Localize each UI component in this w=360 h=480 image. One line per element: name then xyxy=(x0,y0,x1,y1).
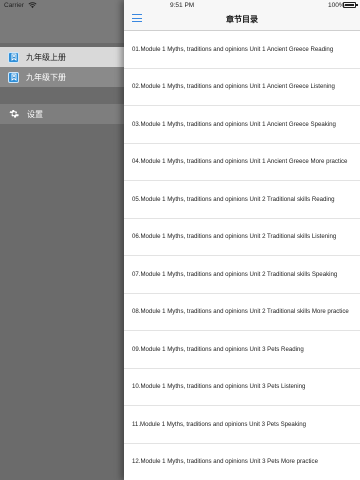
settings-label: 设置 xyxy=(27,109,43,119)
page-title: 章节目录 xyxy=(226,15,258,24)
chapter-title: 04.Module 1 Myths, traditions and opinio… xyxy=(132,158,348,166)
chapter-title: 08.Module 1 Myths, traditions and opinio… xyxy=(132,308,349,316)
app-book-icon xyxy=(8,71,19,83)
chapter-row[interactable]: 02.Module 1 Myths, traditions and opinio… xyxy=(124,69,360,106)
chapter-row[interactable]: 11.Module 1 Myths, traditions and opinio… xyxy=(124,406,360,444)
battery-icon xyxy=(343,2,358,8)
chapter-row[interactable]: 04.Module 1 Myths, traditions and opinio… xyxy=(124,144,360,181)
chapter-title: 02.Module 1 Myths, traditions and opinio… xyxy=(132,83,335,91)
carrier-label: Carrier xyxy=(4,2,24,9)
clock: 9:51 PM xyxy=(170,2,195,9)
chapter-row[interactable]: 09.Module 1 Myths, traditions and opinio… xyxy=(124,331,360,369)
chapter-list: 01.Module 1 Myths, traditions and opinio… xyxy=(124,31,360,480)
chapter-title: 12.Module 1 Myths, traditions and opinio… xyxy=(132,458,318,466)
chapter-title: 05.Module 1 Myths, traditions and opinio… xyxy=(132,195,335,203)
chapter-row[interactable]: 10.Module 1 Myths, traditions and opinio… xyxy=(124,369,360,406)
gear-icon xyxy=(9,110,19,118)
drawer-item-label: 九年级上册 xyxy=(26,52,66,62)
chapter-title: 06.Module 1 Myths, traditions and opinio… xyxy=(132,233,337,241)
chapter-row[interactable]: 06.Module 1 Myths, traditions and opinio… xyxy=(124,219,360,256)
chapter-title: 03.Module 1 Myths, traditions and opinio… xyxy=(132,120,336,128)
drawer-item-grade9-book2[interactable]: 九年级下册 xyxy=(0,67,124,87)
chapter-row[interactable]: 03.Module 1 Myths, traditions and opinio… xyxy=(124,106,360,144)
drawer-item-label: 九年级下册 xyxy=(26,72,66,82)
wifi-icon xyxy=(28,2,37,9)
chapter-row[interactable]: 05.Module 1 Myths, traditions and opinio… xyxy=(124,181,360,219)
drawer-item-settings[interactable]: 设置 xyxy=(0,104,124,124)
chapter-title: 10.Module 1 Myths, traditions and opinio… xyxy=(132,383,306,391)
chapter-title: 09.Module 1 Myths, traditions and opinio… xyxy=(132,345,304,353)
status-bar: Carrier 9:51 PM 100% xyxy=(0,0,360,12)
chapter-row[interactable]: 08.Module 1 Myths, traditions and opinio… xyxy=(124,294,360,331)
chapter-row[interactable]: 07.Module 1 Myths, traditions and opinio… xyxy=(124,256,360,294)
chapter-row[interactable]: 12.Module 1 Myths, traditions and opinio… xyxy=(124,444,360,480)
chapter-title: 01.Module 1 Myths, traditions and opinio… xyxy=(132,45,334,53)
chapter-panel: 章节目录 01.Module 1 Myths, traditions and o… xyxy=(124,0,360,480)
app-book-icon xyxy=(8,51,19,63)
chapter-title: 07.Module 1 Myths, traditions and opinio… xyxy=(132,270,338,278)
side-drawer: 九年级上册 九年级下册 设置 xyxy=(0,0,124,480)
drawer-item-grade9-book1[interactable]: 九年级上册 xyxy=(0,47,124,67)
chapter-row[interactable]: 01.Module 1 Myths, traditions and opinio… xyxy=(124,31,360,69)
chapter-title: 11.Module 1 Myths, traditions and opinio… xyxy=(132,420,306,428)
